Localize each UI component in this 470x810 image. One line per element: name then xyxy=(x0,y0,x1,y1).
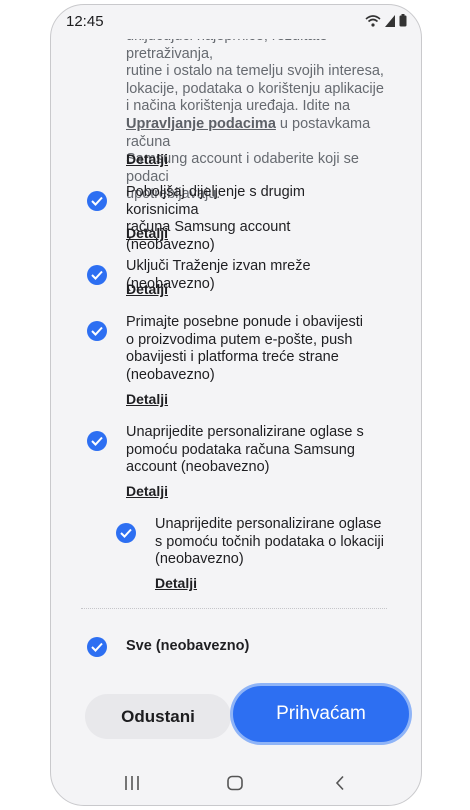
check-personalized-ads[interactable] xyxy=(87,431,107,451)
navigation-bar xyxy=(51,770,421,800)
check-sharing[interactable] xyxy=(87,191,107,211)
check-icon xyxy=(120,528,132,538)
details-link[interactable]: Detalji xyxy=(126,483,168,499)
divider xyxy=(81,608,387,609)
label-line: Unaprijedite personalizirane oglase s xyxy=(126,424,364,440)
manage-data-link[interactable]: Upravljanje podacima xyxy=(126,116,276,132)
option-sharing-label: Poboljšaj dijeljenje s drugim korisnicim… xyxy=(126,184,376,254)
check-icon xyxy=(91,270,103,280)
option-special-offers-label: Primajte posebne ponude i obavijesti o p… xyxy=(126,314,376,384)
status-time: 12:45 xyxy=(66,13,104,30)
back-button[interactable] xyxy=(325,770,355,796)
check-icon xyxy=(91,196,103,206)
label-line: (neobavezno) xyxy=(126,366,215,383)
recents-icon xyxy=(125,776,139,790)
label-line: account (neobavezno) xyxy=(126,459,270,476)
label-line: Primajte posebne ponude i obavijesti xyxy=(126,314,363,330)
description-text: uključujući najeprnice, rezultate pretra… xyxy=(126,39,396,204)
consent-list[interactable]: uključujući najeprnice, rezultate pretra… xyxy=(51,39,421,675)
label-line: o proizvodima putem e-pošte, push xyxy=(126,331,353,348)
label-line: Unaprijedite personalizirane oglase xyxy=(155,516,382,532)
home-button[interactable] xyxy=(220,770,250,796)
recents-button[interactable] xyxy=(117,770,147,796)
label-line: (neobavezno) xyxy=(155,551,244,568)
check-icon xyxy=(91,642,103,652)
status-bar: 12:45 xyxy=(51,5,421,39)
check-all[interactable] xyxy=(87,637,107,657)
check-icon xyxy=(91,326,103,336)
check-offline-finding[interactable] xyxy=(87,265,107,285)
description-line: i načina korištenja uređaja. Idite na xyxy=(126,98,351,115)
signal-icon xyxy=(385,14,395,32)
check-icon xyxy=(91,436,103,446)
description-line: Upravljanje podacima u postavkama računa xyxy=(126,116,396,151)
details-link[interactable]: Detalji xyxy=(126,151,168,167)
option-all-label: Sve (neobavezno) xyxy=(126,638,250,654)
check-special-offers[interactable] xyxy=(87,321,107,341)
check-location-ads[interactable] xyxy=(116,523,136,543)
cancel-button[interactable]: Odustani xyxy=(85,694,231,739)
option-personalized-ads-label: Unaprijedite personalizirane oglase s po… xyxy=(126,424,376,477)
status-icons xyxy=(365,14,407,32)
details-link[interactable]: Detalji xyxy=(126,225,168,241)
description-line: uključujući najeprnice, rezultate pretra… xyxy=(126,39,328,62)
label-line: pomoću podataka računa Samsung xyxy=(126,441,355,458)
details-link[interactable]: Detalji xyxy=(155,575,197,591)
label-line: Poboljšaj dijeljenje s drugim korisnicim… xyxy=(126,184,305,218)
phone-frame: 12:45 uključujući najeprnice, rezultate … xyxy=(50,4,422,806)
option-location-ads-label: Unaprijedite personalizirane oglase s po… xyxy=(155,516,395,569)
accept-button[interactable]: Prihvaćam xyxy=(233,686,409,742)
label-line: s pomoću točnih podataka o lokaciji xyxy=(155,533,384,550)
back-icon xyxy=(335,775,344,791)
home-icon xyxy=(227,775,243,791)
battery-icon xyxy=(399,14,407,32)
wifi-icon xyxy=(365,14,381,32)
details-link[interactable]: Detalji xyxy=(126,281,168,297)
description-line: lokacije, podataka o korištenju aplikaci… xyxy=(126,80,384,97)
details-link[interactable]: Detalji xyxy=(126,391,168,407)
label-line: obavijesti i platforma treće strane xyxy=(126,349,339,366)
description-line: rutine i ostalo na temelju svojih intere… xyxy=(126,63,384,80)
